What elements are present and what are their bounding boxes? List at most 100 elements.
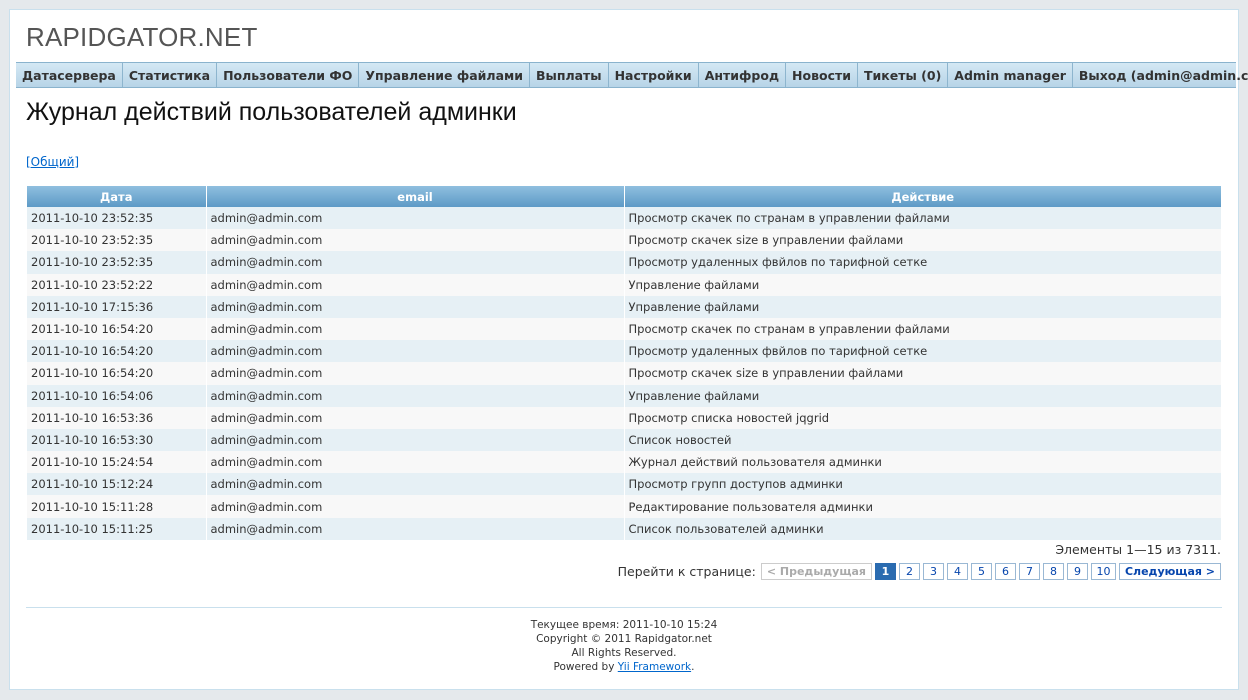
table-row: 2011-10-10 23:52:22 admin@admin.com Управл… xyxy=(27,273,1221,296)
page-button-5[interactable]: 5 xyxy=(970,563,992,580)
table-row: 2011-10-10 23:52:35 admin@admin.com Просмо… xyxy=(27,251,1221,274)
page-button-3[interactable]: 3 xyxy=(922,563,944,580)
cell-action: Редактирование пользователя админки xyxy=(624,495,1221,518)
cell-date: 2011-10-10 15:11:28 xyxy=(27,495,207,518)
cell-action: Просмотр удаленных фвйлов по тарифной се… xyxy=(624,251,1221,274)
main-menu: Датасервера Статистика Пользователи ФО Упра… xyxy=(16,62,1248,88)
cell-action: Управление файлами xyxy=(624,273,1221,296)
cell-date: 2011-10-10 16:54:20 xyxy=(27,340,207,363)
powered-by-suffix: . xyxy=(691,661,695,673)
cell-action: Просмотр скачек size в управлении файлам… xyxy=(624,229,1221,252)
menu-item-9[interactable]: Admin manager xyxy=(948,63,1073,87)
menu-item-10[interactable]: Выход (admin@admin.com) xyxy=(1073,63,1248,87)
table-header-row: Дата email Действие xyxy=(27,186,1221,207)
page-button-8[interactable]: 8 xyxy=(1042,563,1064,580)
cell-email: admin@admin.com xyxy=(206,495,625,518)
page-button-1[interactable]: 1 xyxy=(874,563,896,580)
footer-copyright: Copyright © 2011 Rapidgator.net xyxy=(536,633,712,645)
menu-item-6[interactable]: Антифрод xyxy=(699,63,787,87)
page-button-6[interactable]: 6 xyxy=(994,563,1016,580)
cell-action: Просмотр скачек по странам в управлении … xyxy=(624,207,1221,230)
cell-email: admin@admin.com xyxy=(206,229,625,252)
cell-action: Просмотр списка новостей jqgrid xyxy=(624,406,1221,429)
page-button-9[interactable]: 9 xyxy=(1066,563,1088,580)
cell-date: 2011-10-10 15:11:25 xyxy=(27,517,207,540)
site-logo[interactable]: RAPIDGATOR.NET xyxy=(26,22,258,53)
menu-item-0[interactable]: Датасервера xyxy=(16,63,123,87)
cell-action: Журнал действий пользователя админки xyxy=(624,451,1221,474)
cell-email: admin@admin.com xyxy=(206,251,625,274)
yii-framework-link[interactable]: Yii Framework xyxy=(618,661,691,673)
column-header-date[interactable]: Дата xyxy=(27,186,207,207)
column-header-email[interactable]: email xyxy=(206,186,625,207)
pagination: Перейти к странице: < Предыдущая 1234567… xyxy=(618,563,1221,580)
cell-action: Просмотр скачек по странам в управлении … xyxy=(624,317,1221,341)
cell-date: 2011-10-10 15:24:54 xyxy=(27,451,207,474)
cell-email: admin@admin.com xyxy=(206,295,625,318)
cell-email: admin@admin.com xyxy=(206,273,625,296)
cell-date: 2011-10-10 23:52:35 xyxy=(27,229,207,252)
table-row: 2011-10-10 23:52:35 admin@admin.com Просмо… xyxy=(27,229,1221,252)
cell-date: 2011-10-10 16:53:30 xyxy=(27,428,207,452)
cell-date: 2011-10-10 16:54:06 xyxy=(27,384,207,407)
footer: Текущее время: 2011-10-10 15:24 Copyrigh… xyxy=(10,618,1238,674)
cell-email: admin@admin.com xyxy=(206,406,625,429)
page-button-4[interactable]: 4 xyxy=(946,563,968,580)
powered-by-prefix: Powered by xyxy=(553,661,618,673)
cell-date: 2011-10-10 16:54:20 xyxy=(27,317,207,341)
table-row: 2011-10-10 16:54:20 admin@admin.com Просмо… xyxy=(27,340,1221,363)
page-button-10[interactable]: 10 xyxy=(1090,563,1116,580)
cell-date: 2011-10-10 16:53:36 xyxy=(27,406,207,429)
cell-action: Просмотр удаленных фвйлов по тарифной се… xyxy=(624,340,1221,363)
table-row: 2011-10-10 15:24:54 admin@admin.com Журнал… xyxy=(27,451,1221,474)
column-header-action[interactable]: Действие xyxy=(624,186,1221,207)
pager-label: Перейти к странице: xyxy=(617,564,756,579)
cell-date: 2011-10-10 17:15:36 xyxy=(27,295,207,318)
cell-date: 2011-10-10 23:52:35 xyxy=(27,251,207,274)
footer-current-time: Текущее время: 2011-10-10 15:24 xyxy=(530,619,718,631)
table-row: 2011-10-10 15:12:24 admin@admin.com Просмо… xyxy=(27,473,1221,496)
table-row: 2011-10-10 23:52:35 admin@admin.com Просмо… xyxy=(27,207,1221,230)
cell-email: admin@admin.com xyxy=(206,428,625,452)
table-row: 2011-10-10 15:11:28 admin@admin.com Редакт… xyxy=(27,495,1221,518)
cell-action: Просмотр групп доступов админки xyxy=(624,473,1221,496)
menu-item-1[interactable]: Статистика xyxy=(123,63,218,87)
table-row: 2011-10-10 16:53:36 admin@admin.com Просмо… xyxy=(27,406,1221,429)
cell-action: Список новостей xyxy=(624,428,1221,452)
menu-item-3[interactable]: Управление файлами xyxy=(359,63,530,87)
page-number-list: 1 2 3 4 5 6 7 8 9 10 xyxy=(874,563,1116,580)
table-row: 2011-10-10 16:54:06 admin@admin.com Управл… xyxy=(27,384,1221,407)
cell-email: admin@admin.com xyxy=(206,362,625,385)
footer-divider xyxy=(26,607,1222,608)
items-summary: Элементы 1—15 из 7311. xyxy=(1055,542,1221,557)
cell-action: Список пользователей админки xyxy=(624,517,1221,540)
table-row: 2011-10-10 15:11:25 admin@admin.com Список… xyxy=(27,517,1221,540)
footer-rights: All Rights Reserved. xyxy=(571,647,677,659)
page-button-2[interactable]: 2 xyxy=(898,563,920,580)
table-row: 2011-10-10 17:15:36 admin@admin.com Управл… xyxy=(27,295,1221,318)
cell-action: Управление файлами xyxy=(624,384,1221,407)
page-button-7[interactable]: 7 xyxy=(1018,563,1040,580)
cell-date: 2011-10-10 23:52:22 xyxy=(27,273,207,296)
table-body: 2011-10-10 23:52:35 admin@admin.com Просмо… xyxy=(27,207,1221,540)
page-container: RAPIDGATOR.NET Датасервера Статистика Поль… xyxy=(9,9,1248,690)
cell-email: admin@admin.com xyxy=(206,517,625,540)
cell-date: 2011-10-10 23:52:35 xyxy=(27,207,207,230)
cell-email: admin@admin.com xyxy=(206,384,625,407)
next-page-button[interactable]: Следующая > xyxy=(1118,563,1221,580)
menu-item-2[interactable]: Пользователи ФО xyxy=(217,63,360,87)
previous-page-button[interactable]: < Предыдущая xyxy=(760,563,872,580)
menu-item-7[interactable]: Новости xyxy=(786,63,859,87)
table-row: 2011-10-10 16:54:20 admin@admin.com Просмо… xyxy=(27,317,1221,341)
menu-item-5[interactable]: Настройки xyxy=(609,63,699,87)
cell-email: admin@admin.com xyxy=(206,207,625,230)
cell-email: admin@admin.com xyxy=(206,340,625,363)
menu-item-4[interactable]: Выплаты xyxy=(530,63,609,87)
action-log-table: Дата email Действие 2011-10-10 23:52:35 a… xyxy=(27,186,1221,540)
filter-general-link[interactable]: [Общий] xyxy=(26,155,79,169)
cell-date: 2011-10-10 16:54:20 xyxy=(27,362,207,385)
cell-email: admin@admin.com xyxy=(206,473,625,496)
menu-item-8[interactable]: Тикеты (0) xyxy=(858,63,949,87)
table-row: 2011-10-10 16:53:30 admin@admin.com Список… xyxy=(27,428,1221,452)
page-title: Журнал действий пользователей админки xyxy=(26,98,517,126)
